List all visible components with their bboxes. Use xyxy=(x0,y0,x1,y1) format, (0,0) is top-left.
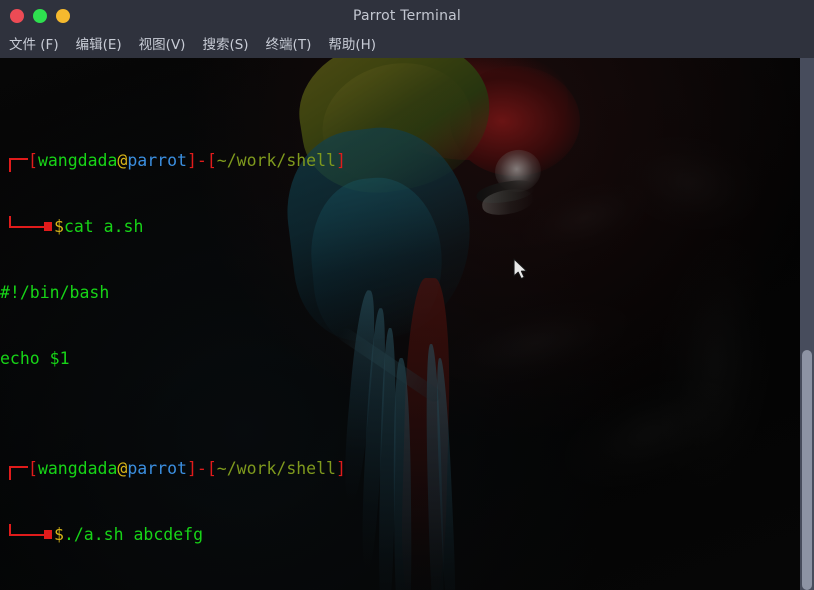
menu-item-view[interactable]: 视图(V) xyxy=(139,33,195,58)
command-line: $cat a.sh xyxy=(0,216,800,238)
bracket-open: [ xyxy=(206,151,217,170)
bracket-open: [ xyxy=(28,151,38,170)
window-title: Parrot Terminal xyxy=(352,8,462,24)
title-bar: Parrot Terminal xyxy=(0,0,814,33)
command-line: $./a.sh abcdefg xyxy=(0,524,800,546)
vertical-scrollbar[interactable] xyxy=(800,58,814,590)
output-line: echo $1 xyxy=(0,349,70,368)
bracket-open: [ xyxy=(28,459,38,478)
prompt-at: @ xyxy=(117,459,128,478)
scrollbar-thumb[interactable] xyxy=(802,350,812,590)
prompt-cwd: ~/work/shell xyxy=(216,151,336,170)
prompt-line: [wangdada@parrot]-[~/work/shell] xyxy=(0,458,800,480)
bracket-open: [ xyxy=(206,459,217,478)
prompt-dollar: $ xyxy=(54,217,64,236)
bracket-close: ] xyxy=(186,459,197,478)
terminal-body[interactable]: [wangdada@parrot]-[~/work/shell] $cat a.… xyxy=(0,58,814,590)
prompt-dash: - xyxy=(196,151,207,170)
terminal-window: Parrot Terminal 文件 (F) 编辑(E) 视图(V) 搜索(S)… xyxy=(0,0,814,590)
command-text: ./a.sh abcdefg xyxy=(63,525,204,544)
menu-item-file[interactable]: 文件 (F) xyxy=(9,33,68,58)
prompt-user: wangdada xyxy=(37,151,118,170)
terminal-screen[interactable]: [wangdada@parrot]-[~/work/shell] $cat a.… xyxy=(0,58,800,590)
command-text: cat a.sh xyxy=(63,217,144,236)
bracket-close: ] xyxy=(186,151,197,170)
prompt-corner-top-icon xyxy=(0,150,28,172)
menu-item-help[interactable]: 帮助(H) xyxy=(328,33,385,58)
prompt-dash: - xyxy=(196,459,207,478)
prompt-user: wangdada xyxy=(37,459,118,478)
prompt-dollar: $ xyxy=(54,525,64,544)
prompt-host: parrot xyxy=(127,151,187,170)
bracket-close: ] xyxy=(336,151,346,170)
output-line: #!/bin/bash xyxy=(0,283,110,302)
menu-item-edit[interactable]: 编辑(E) xyxy=(76,33,131,58)
prompt-host: parrot xyxy=(127,459,187,478)
menu-item-search[interactable]: 搜索(S) xyxy=(202,33,257,58)
prompt-corner-top-icon xyxy=(0,458,28,480)
prompt-at: @ xyxy=(117,151,128,170)
bracket-close: ] xyxy=(336,459,346,478)
prompt-line: [wangdada@parrot]-[~/work/shell] xyxy=(0,150,800,172)
prompt-cwd: ~/work/shell xyxy=(216,459,336,478)
prompt-corner-bottom-icon xyxy=(0,216,54,238)
prompt-corner-bottom-icon xyxy=(0,524,54,546)
menu-bar: 文件 (F) 编辑(E) 视图(V) 搜索(S) 终端(T) 帮助(H) xyxy=(0,33,814,58)
menu-item-terminal[interactable]: 终端(T) xyxy=(266,33,321,58)
